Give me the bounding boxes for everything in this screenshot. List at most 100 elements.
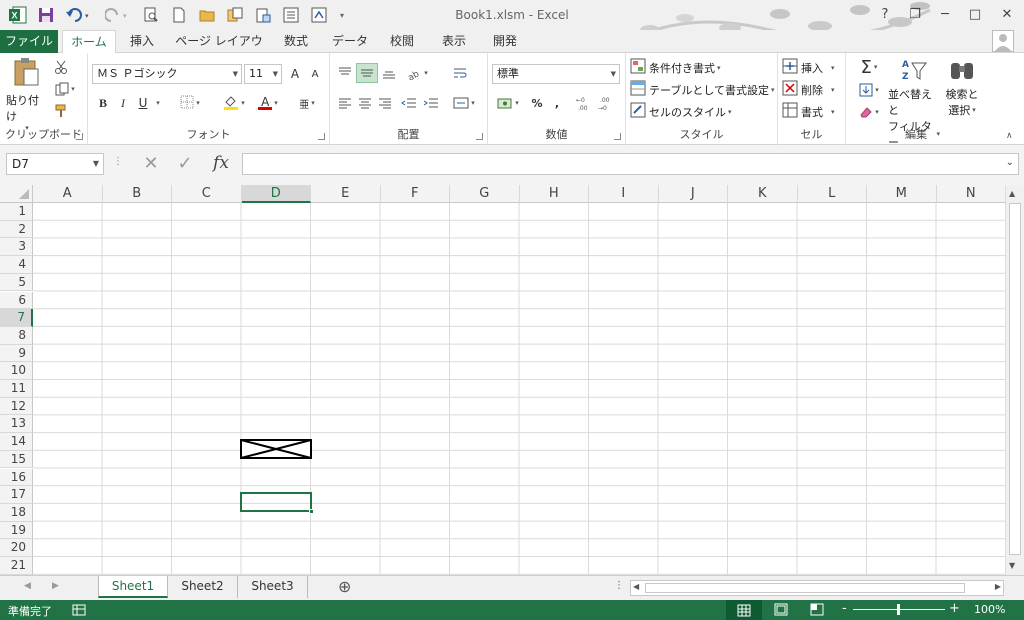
vertical-scrollbar[interactable]: ▲ ▼ [1005,185,1024,575]
insert-cells-button[interactable]: 挿入 ▾ [782,58,835,77]
font-color-button[interactable]: A ▾ [252,93,284,113]
number-launcher-icon[interactable] [614,133,621,140]
confirm-entry-button[interactable]: ✓ [172,154,198,174]
find-select-button[interactable]: 検索と 選択 ▾ [942,57,982,118]
row-header[interactable]: 20 [0,539,33,557]
row-header[interactable]: 17 [0,486,33,504]
account-avatar-icon[interactable] [992,30,1014,52]
scroll-tabs-right-icon[interactable]: ▶ [52,581,59,591]
comma-style-button[interactable]: , [546,93,568,113]
conditional-formatting-button[interactable]: 条件付き書式 ▾ [630,58,721,77]
italic-button[interactable]: I [112,93,134,113]
column-header[interactable]: A [33,185,103,203]
cut-icon[interactable] [50,57,72,77]
worksheet-grid[interactable]: ABCDEFGHIJKLMN 1 2 3 4 5 6 7 8 9 10 11 12 13 14 15 16 17… [0,185,1024,575]
orientation-icon[interactable]: ab ▾ [402,63,432,83]
row-header[interactable]: 19 [0,521,33,540]
autosum-icon[interactable]: Σ ▾ [852,57,886,78]
merge-center-icon[interactable]: ▾ [448,93,480,113]
align-middle-icon[interactable] [356,63,378,83]
column-header[interactable]: M [867,185,937,203]
row-header[interactable]: 7 [0,309,33,327]
cancel-entry-button[interactable]: ✕ [138,154,164,174]
align-top-icon[interactable] [334,63,356,83]
horizontal-scroll-thumb[interactable] [645,583,965,593]
column-header[interactable]: L [797,185,867,203]
fill-down-icon[interactable]: ▾ [852,80,886,100]
tab-view[interactable]: 表示 [434,30,474,53]
scroll-left-icon[interactable]: ◀ [633,582,639,591]
help-button[interactable]: ? [870,4,900,24]
row-header[interactable]: 10 [0,362,33,380]
zoom-slider[interactable] [853,604,945,615]
column-header[interactable]: K [728,185,798,203]
column-header[interactable]: F [380,185,450,203]
font-size-combo[interactable]: 11 ▼ [244,64,282,84]
column-header[interactable]: N [936,185,1006,203]
tab-data[interactable]: データ [326,30,374,53]
active-cell-selection[interactable] [240,492,314,514]
row-header[interactable]: 11 [0,380,33,398]
phonetic-guide-button[interactable]: 亜 ▾ [292,93,322,113]
format-painter-icon[interactable] [50,101,72,121]
sheet-tab-1[interactable]: Sheet1 [98,576,168,598]
column-header[interactable]: B [102,185,172,203]
cell-styles-button[interactable]: セルのスタイル ▾ [630,102,732,121]
scroll-down-icon[interactable]: ▼ [1009,561,1015,570]
format-cells-button[interactable]: 書式 ▾ [782,102,835,121]
grow-font-button[interactable]: A [284,64,306,84]
scroll-tabs-left-icon[interactable]: ◀ [24,581,31,591]
column-header[interactable]: C [172,185,242,203]
tab-home[interactable]: ホーム [62,30,116,54]
vertical-scroll-thumb[interactable] [1009,203,1021,555]
collapse-ribbon-icon[interactable]: ∧ [1006,131,1013,141]
column-header[interactable]: H [519,185,589,203]
normal-view-icon[interactable] [726,600,762,620]
column-header[interactable]: E [311,185,381,203]
align-left-icon[interactable] [334,93,356,113]
tab-formulas[interactable]: 数式 [276,30,316,53]
column-header[interactable]: D [241,185,311,203]
bold-button[interactable]: B [92,93,114,113]
scroll-up-icon[interactable]: ▲ [1009,189,1015,198]
sheet-tab-2[interactable]: Sheet2 [168,576,238,598]
row-header[interactable]: 15 [0,450,33,469]
decrease-indent-icon[interactable] [398,93,420,113]
font-name-combo[interactable]: ＭＳ Ｐゴシック ▼ [92,64,242,84]
align-right-icon[interactable] [374,93,396,113]
zoom-level[interactable]: 100% [974,603,1005,616]
row-header[interactable]: 4 [0,256,33,274]
insert-function-button[interactable]: fx [206,152,236,174]
close-button[interactable]: ✕ [992,4,1022,24]
sheet-tab-3[interactable]: Sheet3 [238,576,308,598]
column-header[interactable]: G [450,185,520,203]
tab-review[interactable]: 校閲 [382,30,422,53]
delete-cells-button[interactable]: 削除 ▾ [782,80,835,99]
fill-color-button[interactable]: ▾ [218,93,250,113]
number-format-combo[interactable]: 標準 ▼ [492,64,620,84]
align-center-icon[interactable] [354,93,376,113]
alignment-launcher-icon[interactable] [476,133,483,140]
row-header[interactable]: 1 [0,203,33,221]
row-header[interactable]: 8 [0,326,33,345]
tab-file[interactable]: ファイル [0,30,58,53]
row-header[interactable]: 6 [0,291,33,310]
row-header[interactable]: 13 [0,415,33,434]
fill-handle[interactable] [309,509,314,514]
copy-format-icon[interactable]: ▾ [50,79,80,99]
page-layout-view-icon[interactable] [774,603,788,619]
clipboard-launcher-icon[interactable] [76,133,83,140]
name-box[interactable]: D7 ▼ [6,153,104,175]
page-break-view-icon[interactable] [810,603,824,619]
row-header[interactable]: 21 [0,557,33,575]
horizontal-scrollbar[interactable]: ◀ ▶ [630,580,1004,596]
increase-decimal-icon[interactable]: ←0.00 [574,93,596,113]
column-header[interactable]: J [658,185,728,203]
maximize-button[interactable]: □ [960,4,990,24]
tab-page-layout[interactable]: ページ レイアウト [172,30,266,70]
row-header[interactable]: 2 [0,220,33,239]
currency-format-icon[interactable]: ▾ [492,93,524,113]
row-header[interactable]: 5 [0,273,33,292]
add-sheet-button[interactable]: ⊕ [338,577,351,596]
name-box-dropdown-icon[interactable]: ▼ [93,154,99,174]
